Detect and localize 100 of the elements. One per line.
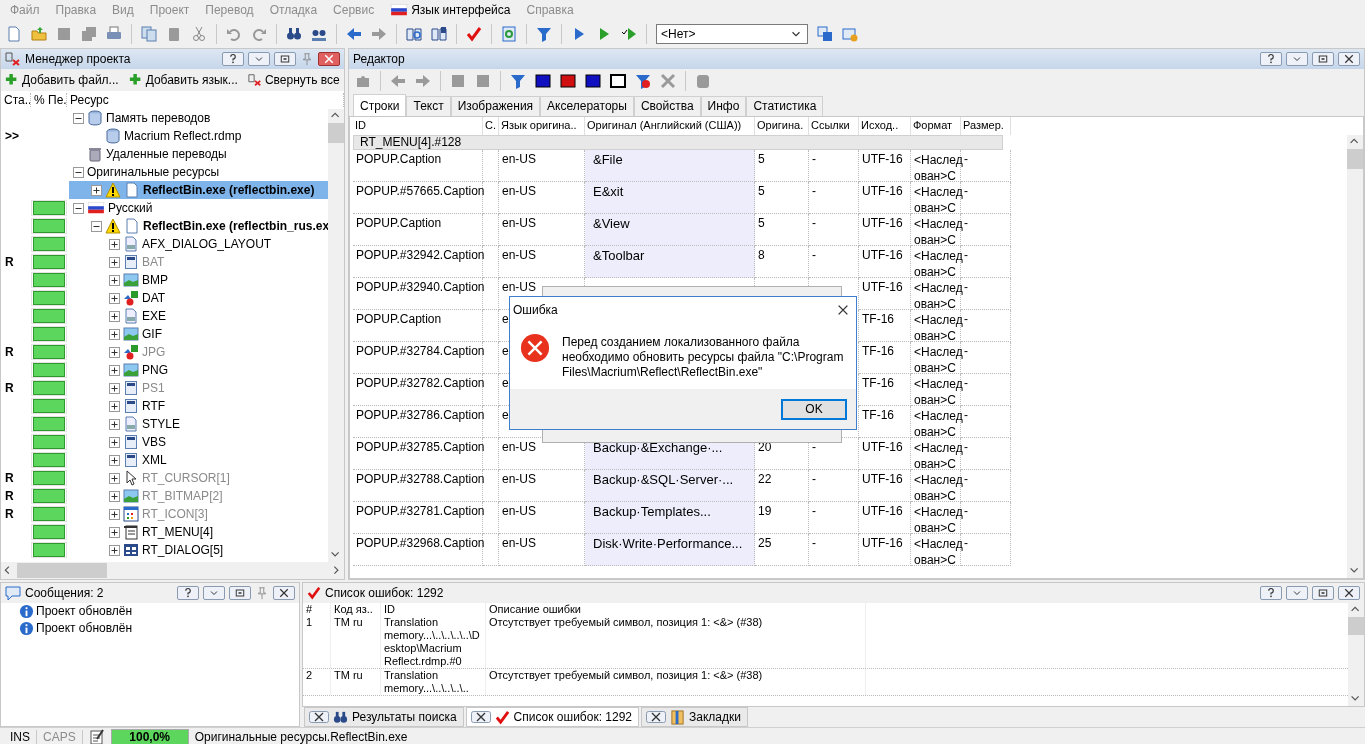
tree-row[interactable]: Оригинальные ресурсы — [69, 163, 328, 181]
restore-button[interactable] — [1312, 52, 1334, 66]
tree-row[interactable]: VBS — [69, 433, 328, 451]
filter-square-icon[interactable] — [610, 73, 626, 89]
expand-toggle-icon[interactable] — [109, 508, 120, 520]
close-button[interactable] — [273, 586, 295, 600]
close-button[interactable] — [318, 52, 340, 66]
tree-row[interactable]: XML — [69, 451, 328, 469]
tree-row[interactable]: STYLE — [69, 415, 328, 433]
filter-icon[interactable] — [536, 26, 552, 42]
printer-icon[interactable] — [106, 26, 122, 42]
expand-toggle-icon[interactable] — [109, 526, 120, 538]
expand-toggle-icon[interactable] — [109, 382, 120, 394]
dropdown-button[interactable] — [248, 52, 270, 66]
expand-toggle-icon[interactable] — [109, 292, 120, 304]
help-button[interactable] — [222, 52, 244, 66]
expand-toggle-icon[interactable] — [109, 238, 120, 250]
restore-button[interactable] — [1312, 586, 1334, 600]
close-button[interactable] — [1338, 52, 1360, 66]
tree-row[interactable]: RT_CURSOR[1] — [69, 469, 328, 487]
expand-toggle-icon[interactable] — [109, 472, 120, 484]
tab[interactable]: Текст — [406, 96, 451, 116]
restore-button[interactable] — [274, 52, 296, 66]
checkmark-icon[interactable] — [466, 26, 482, 42]
restore-button[interactable] — [229, 586, 251, 600]
expand-toggle-icon[interactable] — [109, 418, 120, 430]
filter-square-icon[interactable] — [535, 73, 551, 89]
tree-row[interactable]: Macrium Reflect.rdmp — [69, 127, 328, 145]
collapse-toggle-icon[interactable] — [73, 112, 84, 124]
close-icon[interactable] — [470, 711, 491, 723]
tree-row[interactable]: RT_ICON[3] — [69, 505, 328, 523]
tree-row[interactable]: PS1 — [69, 379, 328, 397]
collapse-all-button[interactable]: Свернуть все — [247, 72, 340, 88]
search-icon[interactable] — [286, 26, 302, 42]
filter-square-icon[interactable] — [560, 73, 576, 89]
close-icon[interactable] — [836, 303, 850, 317]
expand-toggle-icon[interactable] — [109, 364, 120, 376]
close-icon[interactable] — [646, 711, 667, 723]
close-icon[interactable] — [309, 711, 329, 723]
copy-icon[interactable] — [141, 26, 157, 42]
tree-row[interactable]: PNG — [69, 361, 328, 379]
tab[interactable]: Статистика — [746, 96, 824, 116]
book-icon[interactable] — [431, 26, 447, 42]
dropdown-button[interactable] — [203, 586, 225, 600]
expand-toggle-icon[interactable] — [109, 310, 120, 322]
tab[interactable]: Свойства — [633, 96, 701, 116]
tab[interactable]: Инфо — [700, 96, 747, 116]
add-file-button[interactable]: Добавить файл... — [5, 72, 119, 88]
tab[interactable]: Изображения — [450, 96, 541, 116]
tree-row[interactable]: Русский — [69, 199, 328, 217]
tree-row[interactable]: ReflectBin.exe (reflectbin.exe) — [69, 181, 328, 199]
collapse-toggle-icon[interactable] — [91, 220, 102, 232]
scrollbar-thumb[interactable] — [328, 123, 344, 143]
add-language-button[interactable]: Добавить язык... — [128, 72, 238, 88]
scrollbar[interactable] — [1347, 135, 1363, 578]
tree-row[interactable]: GIF — [69, 325, 328, 343]
expand-toggle-icon[interactable] — [109, 346, 120, 358]
scrollbar[interactable] — [1348, 603, 1364, 706]
tab[interactable]: Строки — [353, 94, 407, 116]
tree-row[interactable]: DAT — [69, 289, 328, 307]
help-button[interactable] — [177, 586, 199, 600]
cut-icon[interactable] — [191, 26, 207, 42]
collapse-toggle-icon[interactable] — [73, 202, 84, 214]
tree-row[interactable]: RT_BITMAP[2] — [69, 487, 328, 505]
tree-row[interactable]: RT_DIALOG[5] — [69, 541, 328, 559]
tab[interactable]: Закладки — [641, 707, 748, 727]
new-file-icon[interactable] — [6, 26, 22, 42]
scrollbar-thumb[interactable] — [1348, 617, 1364, 635]
collapse-toggle-icon[interactable] — [73, 166, 84, 178]
dropdown-button[interactable] — [1286, 586, 1308, 600]
profile-dropdown[interactable]: <Нет> — [656, 24, 808, 44]
expand-toggle-icon[interactable] — [109, 328, 120, 340]
expand-toggle-icon[interactable] — [109, 400, 120, 412]
open-folder-icon[interactable] — [31, 26, 47, 42]
expand-toggle-icon[interactable] — [109, 544, 120, 556]
tab[interactable]: Список ошибок: 1292 — [465, 707, 640, 727]
scrollbar-thumb[interactable] — [1347, 149, 1363, 169]
clear-filter-icon[interactable] — [635, 73, 651, 89]
expand-toggle-icon[interactable] — [109, 274, 120, 286]
close-button[interactable] — [1338, 586, 1360, 600]
tree-row[interactable]: Удаленные переводы — [69, 145, 328, 163]
tab[interactable]: Результаты поиска — [304, 707, 464, 727]
expand-toggle-icon[interactable] — [109, 490, 120, 502]
tree-row[interactable]: BMP — [69, 271, 328, 289]
book-search-icon[interactable] — [406, 26, 422, 42]
tree-row[interactable]: Память переводов — [69, 109, 328, 127]
tree-row[interactable]: RTF — [69, 397, 328, 415]
expand-toggle-icon[interactable] — [91, 184, 102, 196]
tree-row[interactable]: AFX_DIALOG_LAYOUT — [69, 235, 328, 253]
menu-item[interactable]: Язык интерфейса — [382, 2, 519, 18]
ok-button[interactable]: OK — [781, 398, 847, 420]
arrow-left-icon[interactable] — [346, 26, 362, 42]
tree-row[interactable]: RT_MENU[4] — [69, 523, 328, 541]
filter-square-icon[interactable] — [585, 73, 601, 89]
expand-toggle-icon[interactable] — [109, 436, 120, 448]
check-play-icon[interactable] — [621, 26, 637, 42]
tab[interactable]: Акселераторы — [540, 96, 634, 116]
help-button[interactable] — [1260, 52, 1282, 66]
tree-row[interactable]: EXE — [69, 307, 328, 325]
scrollbar-thumb[interactable] — [17, 563, 107, 578]
